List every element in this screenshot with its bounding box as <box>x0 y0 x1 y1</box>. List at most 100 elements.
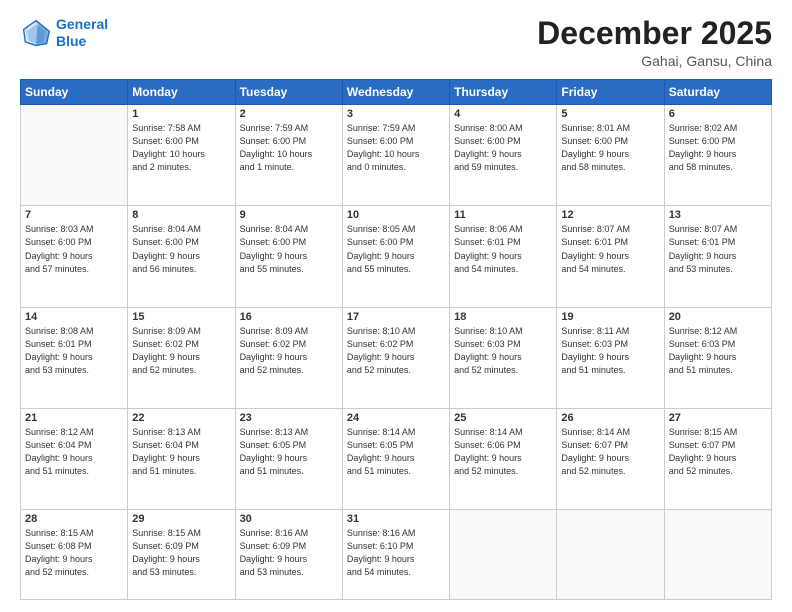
day-number: 25 <box>454 412 552 424</box>
day-info: Sunrise: 8:13 AM Sunset: 6:04 PM Dayligh… <box>132 426 230 478</box>
day-number: 23 <box>240 412 338 424</box>
day-info: Sunrise: 8:08 AM Sunset: 6:01 PM Dayligh… <box>25 325 123 377</box>
day-info: Sunrise: 8:04 AM Sunset: 6:00 PM Dayligh… <box>132 223 230 275</box>
calendar-cell: 13 Sunrise: 8:07 AM Sunset: 6:01 PM Dayli… <box>664 206 771 307</box>
calendar-cell: 28Sunrise: 8:15 AM Sunset: 6:08 PM Dayli… <box>21 510 128 600</box>
calendar-day-header: Sunday <box>21 80 128 105</box>
day-number: 20 <box>669 311 767 323</box>
day-info: Sunrise: 8:07 AM Sunset: 6:01 PM Dayligh… <box>561 223 659 275</box>
day-number: 7 <box>25 209 123 221</box>
day-number: 17 <box>347 311 445 323</box>
day-info: Sunrise: 8:07 AM Sunset: 6:01 PM Dayligh… <box>669 223 767 275</box>
day-info: Sunrise: 8:09 AM Sunset: 6:02 PM Dayligh… <box>132 325 230 377</box>
day-number: 27 <box>669 412 767 424</box>
calendar-cell <box>450 510 557 600</box>
calendar-week-row: 14 Sunrise: 8:08 AM Sunset: 6:01 PM Dayli… <box>21 307 772 408</box>
calendar-day-header: Friday <box>557 80 664 105</box>
calendar-day-header: Monday <box>128 80 235 105</box>
day-info: Sunrise: 8:13 AM Sunset: 6:05 PM Dayligh… <box>240 426 338 478</box>
day-number: 14 <box>25 311 123 323</box>
calendar-cell: 1 Sunrise: 7:58 AM Sunset: 6:00 PM Daylig… <box>128 105 235 206</box>
calendar-cell: 21 Sunrise: 8:12 AM Sunset: 6:04 PM Dayli… <box>21 408 128 509</box>
calendar-cell: 20Sunrise: 8:12 AM Sunset: 6:03 PM Dayli… <box>664 307 771 408</box>
calendar-cell: 12Sunrise: 8:07 AM Sunset: 6:01 PM Dayli… <box>557 206 664 307</box>
day-info: Sunrise: 8:15 AM Sunset: 6:09 PM Dayligh… <box>132 527 230 579</box>
calendar-cell: 7 Sunrise: 8:03 AM Sunset: 6:00 PM Daylig… <box>21 206 128 307</box>
calendar-cell: 9 Sunrise: 8:04 AM Sunset: 6:00 PM Daylig… <box>235 206 342 307</box>
calendar-cell: 2 Sunrise: 7:59 AM Sunset: 6:00 PM Daylig… <box>235 105 342 206</box>
day-number: 22 <box>132 412 230 424</box>
calendar-cell: 25 Sunrise: 8:14 AM Sunset: 6:06 PM Dayli… <box>450 408 557 509</box>
day-info: Sunrise: 8:16 AM Sunset: 6:10 PM Dayligh… <box>347 527 445 579</box>
day-info: Sunrise: 8:14 AM Sunset: 6:07 PM Dayligh… <box>561 426 659 478</box>
day-info: Sunrise: 8:03 AM Sunset: 6:00 PM Dayligh… <box>25 223 123 275</box>
calendar-cell <box>557 510 664 600</box>
day-info: Sunrise: 8:15 AM Sunset: 6:08 PM Dayligh… <box>25 527 123 579</box>
calendar-table: SundayMondayTuesdayWednesdayThursdayFrid… <box>20 79 772 600</box>
calendar-cell: 4Sunrise: 8:00 AM Sunset: 6:00 PM Daylig… <box>450 105 557 206</box>
day-info: Sunrise: 8:10 AM Sunset: 6:03 PM Dayligh… <box>454 325 552 377</box>
day-number: 24 <box>347 412 445 424</box>
day-number: 9 <box>240 209 338 221</box>
day-number: 31 <box>347 513 445 525</box>
day-info: Sunrise: 8:14 AM Sunset: 6:05 PM Dayligh… <box>347 426 445 478</box>
calendar-cell: 15 Sunrise: 8:09 AM Sunset: 6:02 PM Dayli… <box>128 307 235 408</box>
calendar-cell: 30Sunrise: 8:16 AM Sunset: 6:09 PM Dayli… <box>235 510 342 600</box>
month-title: December 2025 <box>537 16 772 51</box>
day-info: Sunrise: 8:09 AM Sunset: 6:02 PM Dayligh… <box>240 325 338 377</box>
day-number: 10 <box>347 209 445 221</box>
day-info: Sunrise: 8:15 AM Sunset: 6:07 PM Dayligh… <box>669 426 767 478</box>
day-info: Sunrise: 8:12 AM Sunset: 6:04 PM Dayligh… <box>25 426 123 478</box>
day-number: 29 <box>132 513 230 525</box>
calendar-cell: 22 Sunrise: 8:13 AM Sunset: 6:04 PM Dayli… <box>128 408 235 509</box>
day-number: 18 <box>454 311 552 323</box>
calendar-week-row: 7 Sunrise: 8:03 AM Sunset: 6:00 PM Daylig… <box>21 206 772 307</box>
calendar-cell: 3Sunrise: 7:59 AM Sunset: 6:00 PM Daylig… <box>342 105 449 206</box>
day-number: 13 <box>669 209 767 221</box>
calendar-header-row: SundayMondayTuesdayWednesdayThursdayFrid… <box>21 80 772 105</box>
calendar-cell: 16Sunrise: 8:09 AM Sunset: 6:02 PM Dayli… <box>235 307 342 408</box>
day-number: 21 <box>25 412 123 424</box>
calendar-week-row: 21 Sunrise: 8:12 AM Sunset: 6:04 PM Dayli… <box>21 408 772 509</box>
day-number: 1 <box>132 108 230 120</box>
logo-icon <box>20 17 52 49</box>
day-info: Sunrise: 7:59 AM Sunset: 6:00 PM Dayligh… <box>347 122 445 174</box>
day-info: Sunrise: 8:16 AM Sunset: 6:09 PM Dayligh… <box>240 527 338 579</box>
calendar-day-header: Tuesday <box>235 80 342 105</box>
day-number: 5 <box>561 108 659 120</box>
calendar-cell: 6 Sunrise: 8:02 AM Sunset: 6:00 PM Daylig… <box>664 105 771 206</box>
calendar-cell: 5 Sunrise: 8:01 AM Sunset: 6:00 PM Daylig… <box>557 105 664 206</box>
calendar-cell: 17Sunrise: 8:10 AM Sunset: 6:02 PM Dayli… <box>342 307 449 408</box>
day-info: Sunrise: 8:11 AM Sunset: 6:03 PM Dayligh… <box>561 325 659 377</box>
day-info: Sunrise: 8:04 AM Sunset: 6:00 PM Dayligh… <box>240 223 338 275</box>
day-info: Sunrise: 8:14 AM Sunset: 6:06 PM Dayligh… <box>454 426 552 478</box>
title-block: December 2025 Gahai, Gansu, China <box>537 16 772 69</box>
day-number: 26 <box>561 412 659 424</box>
location: Gahai, Gansu, China <box>537 53 772 69</box>
calendar-day-header: Thursday <box>450 80 557 105</box>
logo-text: General Blue <box>56 16 108 50</box>
day-info: Sunrise: 8:01 AM Sunset: 6:00 PM Dayligh… <box>561 122 659 174</box>
day-info: Sunrise: 7:59 AM Sunset: 6:00 PM Dayligh… <box>240 122 338 174</box>
calendar-cell: 19Sunrise: 8:11 AM Sunset: 6:03 PM Dayli… <box>557 307 664 408</box>
calendar-week-row: 28Sunrise: 8:15 AM Sunset: 6:08 PM Dayli… <box>21 510 772 600</box>
calendar-cell: 23 Sunrise: 8:13 AM Sunset: 6:05 PM Dayli… <box>235 408 342 509</box>
calendar-cell: 31 Sunrise: 8:16 AM Sunset: 6:10 PM Dayli… <box>342 510 449 600</box>
day-info: Sunrise: 8:05 AM Sunset: 6:00 PM Dayligh… <box>347 223 445 275</box>
calendar-cell <box>21 105 128 206</box>
calendar-cell: 10 Sunrise: 8:05 AM Sunset: 6:00 PM Dayli… <box>342 206 449 307</box>
logo: General Blue <box>20 16 108 50</box>
day-number: 8 <box>132 209 230 221</box>
day-number: 6 <box>669 108 767 120</box>
calendar-cell: 26 Sunrise: 8:14 AM Sunset: 6:07 PM Dayli… <box>557 408 664 509</box>
day-info: Sunrise: 8:06 AM Sunset: 6:01 PM Dayligh… <box>454 223 552 275</box>
calendar-week-row: 1 Sunrise: 7:58 AM Sunset: 6:00 PM Daylig… <box>21 105 772 206</box>
calendar-cell: 18 Sunrise: 8:10 AM Sunset: 6:03 PM Dayli… <box>450 307 557 408</box>
day-number: 11 <box>454 209 552 221</box>
calendar-cell <box>664 510 771 600</box>
day-number: 2 <box>240 108 338 120</box>
day-info: Sunrise: 8:02 AM Sunset: 6:00 PM Dayligh… <box>669 122 767 174</box>
calendar-day-header: Wednesday <box>342 80 449 105</box>
day-number: 15 <box>132 311 230 323</box>
day-info: Sunrise: 7:58 AM Sunset: 6:00 PM Dayligh… <box>132 122 230 174</box>
